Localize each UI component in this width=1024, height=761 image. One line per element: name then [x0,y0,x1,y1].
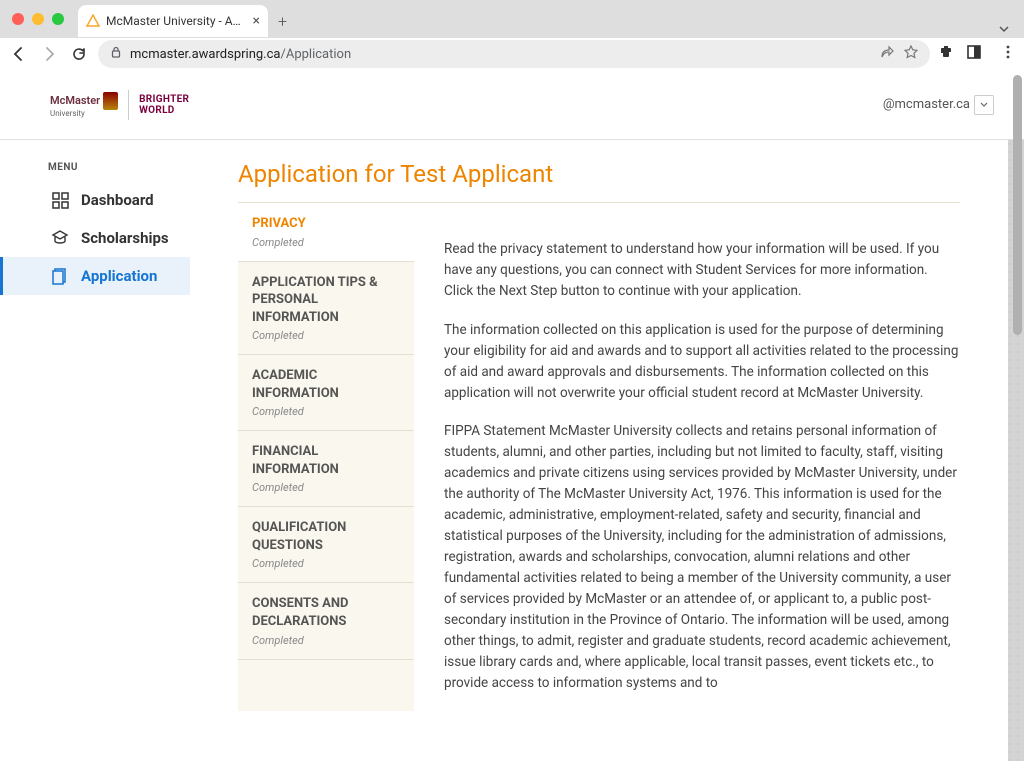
tab-title: McMaster University - Applicat [106,14,247,28]
site-header: McMaster University BRIGHTER WORLD @mcma… [0,70,1024,140]
privacy-paragraph-1: Read the privacy statement to understand… [444,239,960,302]
browser-tab[interactable]: McMaster University - Applicat × [78,5,268,37]
logo[interactable]: McMaster University BRIGHTER WORLD [50,90,189,120]
window-controls [12,13,64,25]
application-grid: PRIVACY Completed APPLICATION TIPS & PER… [238,202,960,711]
application-icon [51,268,69,285]
sidebar-item-label: Dashboard [81,191,154,209]
user-label: @mcmaster.ca [883,97,970,112]
menu-icon[interactable] [1000,44,1016,64]
forward-button[interactable] [38,46,60,62]
tabs-overflow-icon[interactable] [998,20,1010,39]
tab-favicon-icon [86,14,100,28]
scholarships-icon [51,229,69,247]
step-application-tips[interactable]: APPLICATION TIPS & PERSONAL INFORMATION … [238,262,414,356]
window-minimize[interactable] [32,13,44,25]
address-bar[interactable]: mcmaster.awardspring.ca/Application [98,40,930,68]
window-close[interactable] [12,13,24,25]
browser-chrome: McMaster University - Applicat × + mcmas… [0,0,1024,70]
crest-icon [103,92,118,110]
sidebar-item-application[interactable]: Application [0,257,190,295]
scrollbar-thumb[interactable] [1013,75,1022,335]
url-path: /Application [280,47,351,62]
back-button[interactable] [8,46,30,62]
sidebar-item-label: Scholarships [81,229,169,247]
browser-toolbar: mcmaster.awardspring.ca/Application [0,38,1024,70]
main-area: Application for Test Applicant PRIVACY C… [190,140,1024,761]
menu-heading: MENU [0,162,190,181]
user-menu[interactable]: @mcmaster.ca [883,95,994,115]
user-dropdown-icon[interactable] [974,95,994,115]
bookmark-icon[interactable] [904,45,918,63]
sidebar: MENU Dashboard Scholarships Appli [0,140,190,761]
brighter-world-logo: BRIGHTER WORLD [139,94,189,116]
step-financial-info[interactable]: FINANCIAL INFORMATION Completed [238,431,414,507]
mcmaster-logo: McMaster University [50,92,118,118]
url-host: mcmaster.awardspring.ca [130,47,280,62]
step-detail: Read the privacy statement to understand… [444,203,960,711]
logo-divider [128,90,129,120]
window-maximize[interactable] [52,13,64,25]
share-icon[interactable] [880,45,894,63]
new-tab-button[interactable]: + [278,12,287,31]
privacy-paragraph-2: The information collected on this applic… [444,320,960,404]
page-title: Application for Test Applicant [238,160,960,188]
step-academic-info[interactable]: ACADEMIC INFORMATION Completed [238,355,414,431]
lock-icon [110,46,122,62]
step-consents[interactable]: CONSENTS AND DECLARATIONS Completed [238,583,414,659]
extensions-icon[interactable] [938,44,954,64]
step-qualification[interactable]: QUALIFICATION QUESTIONS Completed [238,507,414,583]
reload-button[interactable] [68,46,90,62]
tab-bar: McMaster University - Applicat × + [78,6,1024,36]
steps-column: PRIVACY Completed APPLICATION TIPS & PER… [238,203,414,711]
dashboard-icon [51,192,69,209]
panel-icon[interactable] [966,44,982,64]
tab-close-icon[interactable]: × [253,13,260,29]
sidebar-item-label: Application [81,267,157,285]
sidebar-item-scholarships[interactable]: Scholarships [0,219,190,257]
step-privacy[interactable]: PRIVACY Completed [238,203,414,262]
page: McMaster University BRIGHTER WORLD @mcma… [0,70,1024,761]
sidebar-item-dashboard[interactable]: Dashboard [0,181,190,219]
privacy-paragraph-3: FIPPA Statement McMaster University coll… [444,421,960,693]
